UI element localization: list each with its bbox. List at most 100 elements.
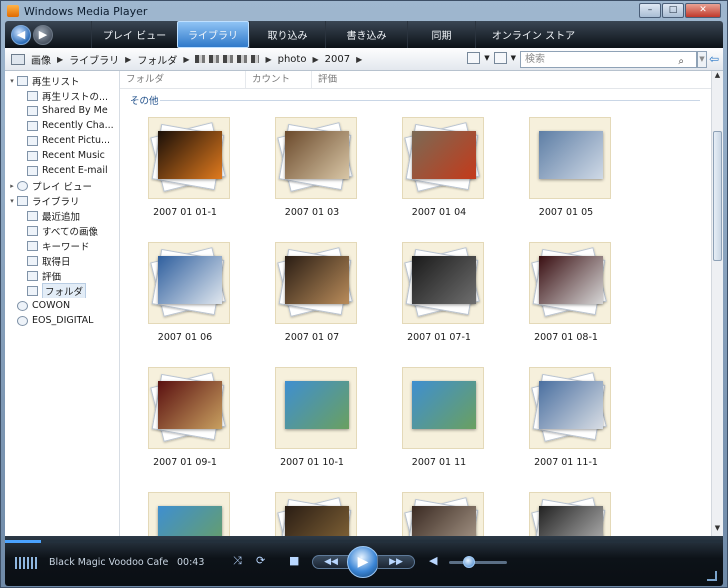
stop-button[interactable]: ■	[289, 554, 299, 567]
tree-item[interactable]: 再生リストの...	[5, 88, 119, 103]
repeat-icon[interactable]: ⟳	[256, 554, 265, 567]
shuffle-icon[interactable]: ⤨	[233, 554, 242, 568]
tree-item[interactable]: Recent Pictu...	[5, 133, 119, 148]
breadcrumb-separator[interactable]: ▶	[356, 55, 362, 64]
picture-category-icon[interactable]	[11, 53, 25, 65]
tree-item[interactable]: ▸ プレイ ビュー	[5, 178, 119, 193]
chevron-down-icon[interactable]: ▼	[484, 54, 489, 62]
tree-item[interactable]: ▾ ライブラリ	[5, 193, 119, 208]
tree-item-label: Recent E-mail	[42, 165, 108, 176]
switch-to-compact-mode-icon[interactable]	[707, 571, 717, 581]
folder-tile[interactable]: 2007 01 03	[257, 107, 367, 227]
playlist-item-icon	[27, 90, 38, 101]
folder-tile[interactable]: 2007 01 04	[384, 107, 494, 227]
tab-burn[interactable]: 書き込み	[325, 21, 407, 48]
volume-slider-thumb[interactable]	[463, 556, 476, 568]
folder-tile[interactable]: 2007 01 06	[130, 232, 240, 352]
search-dropdown-button[interactable]: ▼	[697, 51, 707, 68]
back-button[interactable]: ◀	[11, 24, 31, 45]
folder-tile[interactable]: 2007 01 09-1	[130, 357, 240, 477]
visualizer-icon[interactable]	[15, 557, 37, 569]
tree-item[interactable]: 評価	[5, 268, 119, 283]
photo-stack-thumbnail	[529, 367, 611, 449]
tab-now-playing[interactable]: プレイ ビュー	[91, 21, 177, 48]
breadcrumb-separator[interactable]: ▶	[183, 55, 189, 64]
minimize-button[interactable]: –	[639, 3, 661, 18]
photo-thumbnail	[539, 256, 603, 304]
column-header-folder[interactable]: フォルダ	[120, 71, 246, 88]
column-header-rating[interactable]: 評価	[312, 71, 372, 88]
column-header-count[interactable]: カウント	[246, 71, 312, 88]
tree-item[interactable]: Recently Cha...	[5, 118, 119, 133]
folder-tile[interactable]: 2007 01 05	[511, 107, 621, 227]
scroll-down-arrow-icon[interactable]: ▼	[712, 524, 723, 536]
breadcrumb-pictures[interactable]: 画像	[31, 52, 51, 67]
view-options-icon[interactable]	[493, 52, 507, 64]
folder-tile[interactable]: 2007 01 10-1	[257, 357, 367, 477]
breadcrumb-library[interactable]: ライブラリ	[69, 52, 119, 67]
breadcrumb: 画像 ▶ ライブラリ ▶ フォルダ ▶ ▶ photo ▶ 2007 ▶	[31, 52, 368, 67]
back-arrow-icon[interactable]: ⇦	[709, 52, 719, 66]
breadcrumb-redacted[interactable]	[195, 55, 260, 63]
folder-caption: 2007 01 11-1	[534, 457, 598, 468]
collapse-arrow-icon[interactable]: ▾	[7, 77, 17, 85]
folder-tile[interactable]	[384, 482, 494, 536]
tree-item[interactable]: 最近追加	[5, 208, 119, 223]
next-button[interactable]: ▶▶	[377, 555, 415, 569]
scrollbar-thumb[interactable]	[713, 131, 722, 261]
folder-tile[interactable]: 2007 01 11	[384, 357, 494, 477]
tree-item[interactable]: ▾ 再生リスト	[5, 73, 119, 88]
scroll-up-arrow-icon[interactable]: ▲	[712, 71, 723, 83]
breadcrumb-separator[interactable]: ▶	[265, 55, 271, 64]
tree-item[interactable]: 取得日	[5, 253, 119, 268]
play-button[interactable]: ▶	[347, 546, 379, 578]
tree-item-label: EOS_DIGITAL	[32, 315, 94, 326]
breadcrumb-separator[interactable]: ▶	[57, 55, 63, 64]
folder-tile[interactable]: 2007 01 07	[257, 232, 367, 352]
tree-item[interactable]: キーワード	[5, 238, 119, 253]
close-button[interactable]: ✕	[685, 3, 721, 18]
photo-thumbnail	[285, 506, 349, 536]
photo-stack-thumbnail	[402, 367, 484, 449]
breadcrumb-folder[interactable]: フォルダ	[137, 52, 177, 67]
tree-item[interactable]: Recent E-mail	[5, 163, 119, 178]
expand-arrow-icon[interactable]: ▸	[7, 182, 17, 190]
volume-icon[interactable]: ◀	[429, 554, 437, 567]
tab-rip[interactable]: 取り込み	[249, 21, 325, 48]
photo-stack-thumbnail	[529, 492, 611, 536]
breadcrumb-photo[interactable]: photo	[278, 54, 307, 65]
folder-tile[interactable]	[511, 482, 621, 536]
forward-button[interactable]: ▶	[33, 24, 53, 45]
search-input[interactable]: 検索 ⌕ ▼	[520, 51, 707, 69]
folder-tile[interactable]: 2007 01 07-1	[384, 232, 494, 352]
folder-tile[interactable]: 2007 01 11-1	[511, 357, 621, 477]
tree-item[interactable]: Shared By Me	[5, 103, 119, 118]
folder-caption: 2007 01 08-1	[534, 332, 598, 343]
tree-item[interactable]: COWON	[5, 298, 119, 313]
breadcrumb-separator[interactable]: ▶	[312, 55, 318, 64]
search-icon[interactable]: ⌕	[678, 54, 684, 69]
breadcrumb-separator[interactable]: ▶	[125, 55, 131, 64]
tree-item[interactable]: Recent Music	[5, 148, 119, 163]
tree-item-label: プレイ ビュー	[32, 181, 93, 193]
breadcrumb-2007[interactable]: 2007	[325, 54, 350, 65]
collapse-arrow-icon[interactable]: ▾	[7, 197, 17, 205]
tree-item[interactable]: フォルダ	[5, 283, 119, 298]
tab-online-store[interactable]: オンライン ストア	[475, 21, 591, 48]
tab-sync[interactable]: 同期	[407, 21, 475, 48]
folder-tile[interactable]: 2007 01 01-1	[130, 107, 240, 227]
vertical-scrollbar[interactable]: ▲ ▼	[711, 71, 723, 536]
layout-options-icon[interactable]	[467, 52, 481, 64]
title-bar[interactable]: Windows Media Player – □ ✕	[1, 1, 727, 21]
folder-tile[interactable]	[130, 482, 240, 536]
folder-tile[interactable]	[257, 482, 367, 536]
folder-tile[interactable]: 2007 01 08-1	[511, 232, 621, 352]
tab-library[interactable]: ライブラリ	[177, 21, 249, 48]
previous-button[interactable]: ◀◀	[312, 555, 350, 569]
volume-slider[interactable]	[449, 561, 507, 564]
chevron-down-icon[interactable]: ▼	[511, 54, 516, 62]
tree-item[interactable]: すべての画像	[5, 223, 119, 238]
seek-bar[interactable]	[5, 540, 723, 543]
maximize-button[interactable]: □	[662, 3, 684, 18]
tree-item[interactable]: EOS_DIGITAL	[5, 313, 119, 328]
